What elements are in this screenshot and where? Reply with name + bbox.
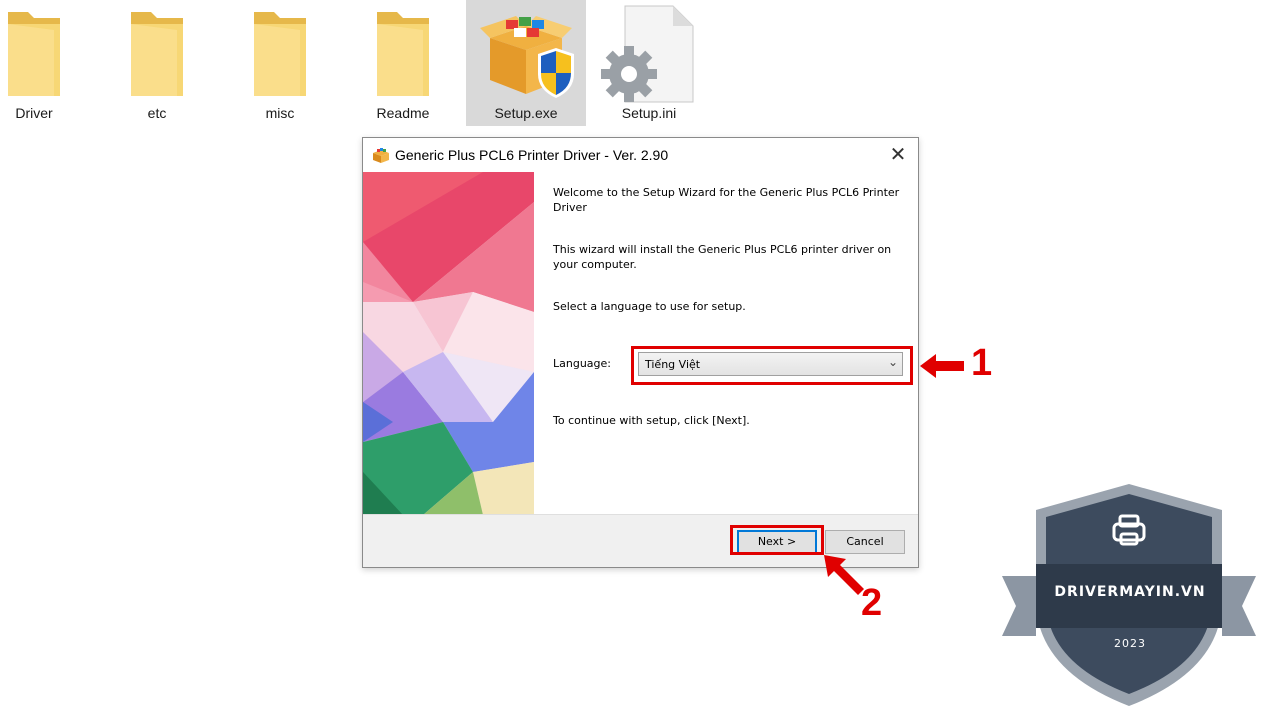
arrow-up-left-icon [824, 555, 864, 595]
folder-icon [377, 12, 429, 96]
settings-file-icon [601, 5, 694, 103]
file-item-readme[interactable]: Readme [343, 0, 463, 126]
watermark-year: 2023 [1114, 637, 1146, 650]
language-highlight-box [631, 346, 913, 385]
file-item-setup-ini[interactable]: Setup.ini [589, 0, 709, 126]
dialog-title: Generic Plus PCL6 Printer Driver - Ver. … [395, 147, 669, 163]
close-icon: ✕ [889, 144, 907, 166]
folder-icon [254, 12, 306, 96]
arrow-left-icon [920, 354, 964, 378]
file-label: misc [265, 105, 295, 121]
file-label: etc [147, 105, 167, 121]
watermark-brand: DRIVERMAYIN.VN [1054, 584, 1206, 600]
file-item-driver[interactable]: Driver [0, 0, 94, 126]
file-label: Driver [15, 105, 53, 121]
file-item-etc[interactable]: etc [97, 0, 217, 126]
continue-instruction: To continue with setup, click [Next]. [553, 414, 750, 427]
next-highlight-box [730, 525, 824, 555]
welcome-text: Welcome to the Setup Wizard for the Gene… [553, 186, 900, 214]
wizard-side-banner [363, 172, 534, 515]
language-label: Language: [553, 357, 611, 370]
file-label: Setup.ini [621, 105, 677, 121]
folder-icon [8, 12, 60, 96]
folder-icon [131, 12, 183, 96]
setup-package-icon [480, 16, 574, 98]
step-number-2: 2 [861, 582, 883, 624]
setup-package-icon [373, 148, 389, 163]
drivermayin-watermark: DRIVERMAYIN.VN 2023 [1000, 480, 1258, 710]
dialog-titlebar[interactable]: Generic Plus PCL6 Printer Driver - Ver. … [363, 138, 918, 172]
select-language-prompt: Select a language to use for setup. [553, 300, 746, 313]
file-label: Setup.exe [494, 105, 558, 121]
file-label: Readme [376, 105, 430, 121]
cancel-button[interactable]: Cancel [825, 530, 905, 554]
close-button[interactable]: ✕ [884, 142, 912, 168]
file-item-setup-exe[interactable]: Setup.exe [466, 0, 586, 126]
step-number-1: 1 [971, 342, 993, 384]
description-text: This wizard will install the Generic Plu… [553, 243, 892, 271]
wizard-content: Welcome to the Setup Wizard for the Gene… [553, 172, 906, 515]
file-item-misc[interactable]: misc [220, 0, 340, 126]
